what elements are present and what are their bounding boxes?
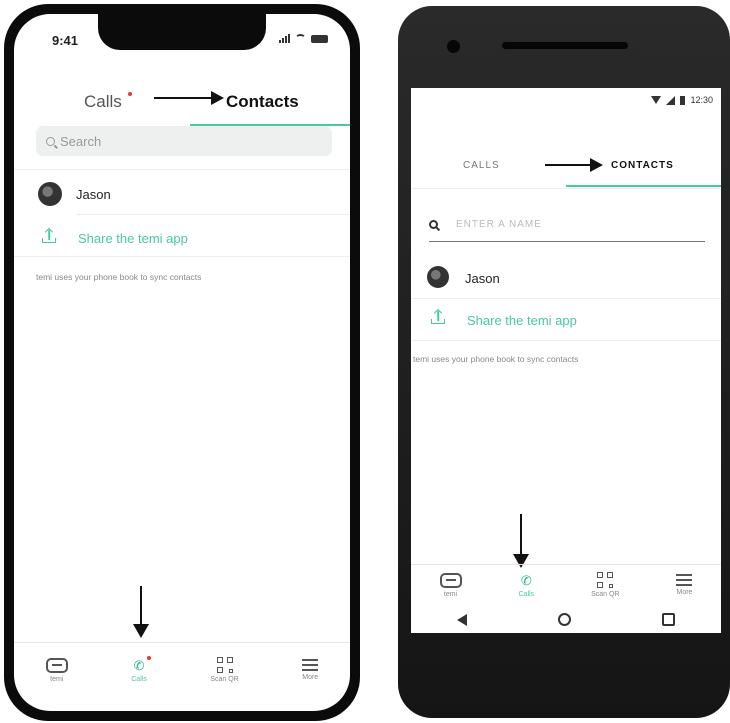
- contact-name[interactable]: Jason: [465, 271, 500, 286]
- divider: [411, 188, 721, 189]
- avatar: [427, 266, 449, 288]
- tab-more[interactable]: More: [302, 659, 319, 681]
- tab-scan-qr[interactable]: Scan QR: [591, 572, 619, 598]
- home-icon[interactable]: [557, 613, 571, 626]
- calls-notification-dot: [146, 655, 151, 660]
- divider: [76, 214, 350, 215]
- sync-hint: temi uses your phone book to sync contac…: [413, 354, 579, 364]
- search-input[interactable]: ENTER A NAME: [429, 208, 705, 242]
- camera: [447, 40, 460, 53]
- qr-icon: [216, 657, 233, 673]
- search-icon: [429, 220, 438, 229]
- temi-icon: [439, 572, 462, 588]
- tab-temi-label: temi: [50, 675, 64, 683]
- signal-icon: [279, 34, 290, 43]
- android-screen: 12:30 CALLS CONTACTS ENTER A NAME Jason …: [411, 88, 721, 633]
- tab-temi-label: temi: [443, 590, 458, 598]
- iphone-screen: 9:41 Calls Contacts Search Jason Share t…: [14, 14, 350, 711]
- divider: [411, 340, 721, 341]
- annotation-arrow-right: [154, 91, 224, 105]
- share-icon: [42, 227, 56, 243]
- signal-icon: [666, 95, 676, 105]
- search-icon: [46, 136, 55, 146]
- phone-icon: ✆: [133, 657, 145, 673]
- android-frame: 12:30 CALLS CONTACTS ENTER A NAME Jason …: [398, 6, 730, 718]
- sync-hint: temi uses your phone book to sync contac…: [36, 272, 202, 282]
- tab-temi[interactable]: temi: [45, 657, 68, 683]
- tab-calls[interactable]: CALLS: [463, 160, 500, 171]
- share-icon: [431, 308, 445, 324]
- divider: [14, 642, 350, 643]
- tab-scan-qr-label: Scan QR: [210, 676, 239, 683]
- tab-calls-bottom[interactable]: ✆ Calls: [131, 655, 151, 683]
- tab-bar-top: CALLS CONTACTS: [411, 148, 721, 188]
- menu-icon: [676, 574, 693, 586]
- tab-bar-top: Calls Contacts: [14, 84, 350, 126]
- divider: [411, 298, 721, 299]
- iphone-frame: 9:41 Calls Contacts Search Jason Share t…: [4, 4, 360, 721]
- status-time: 9:41: [52, 33, 79, 48]
- divider: [14, 169, 350, 170]
- tab-calls[interactable]: Calls: [84, 92, 122, 112]
- status-time: 12:30: [690, 95, 713, 105]
- recent-apps-icon[interactable]: [662, 613, 676, 626]
- menu-icon: [302, 659, 319, 671]
- qr-icon: [597, 572, 614, 588]
- divider: [411, 564, 721, 565]
- share-app-link[interactable]: Share the temi app: [467, 313, 577, 328]
- phone-icon: ✆: [520, 572, 532, 588]
- search-placeholder: Search: [60, 133, 102, 149]
- tab-calls-bottom[interactable]: ✆ Calls: [519, 573, 535, 598]
- active-tab-indicator: [566, 185, 721, 187]
- bottom-tab-bar: temi ✆ Calls Scan QR More: [14, 648, 350, 692]
- annotation-arrow-right: [545, 158, 603, 172]
- tab-more-label: More: [302, 674, 319, 681]
- iphone-notch: [98, 14, 266, 50]
- wifi-icon: [295, 34, 306, 43]
- speaker: [502, 42, 628, 49]
- tab-more[interactable]: More: [676, 574, 693, 596]
- tab-contacts[interactable]: Contacts: [226, 92, 299, 112]
- annotation-arrow-down: [513, 514, 529, 568]
- contact-name[interactable]: Jason: [76, 187, 111, 202]
- tab-contacts[interactable]: CONTACTS: [611, 160, 674, 171]
- battery-icon: [311, 34, 328, 43]
- system-nav-bar: [411, 606, 721, 633]
- wifi-icon: [651, 96, 662, 104]
- status-icons: [279, 34, 328, 43]
- temi-icon: [45, 657, 68, 673]
- search-input[interactable]: Search: [36, 126, 332, 156]
- avatar: [38, 182, 62, 206]
- share-app-link[interactable]: Share the temi app: [78, 231, 188, 246]
- tab-calls-label: Calls: [518, 590, 535, 598]
- back-icon[interactable]: [456, 613, 467, 626]
- calls-notification-dot: [128, 92, 132, 96]
- tab-calls-label: Calls: [131, 675, 147, 683]
- divider: [14, 256, 350, 257]
- annotation-arrow-down: [133, 586, 149, 638]
- tab-scan-qr-label: Scan QR: [591, 591, 620, 598]
- battery-icon: [680, 95, 686, 105]
- tab-more-label: More: [676, 589, 693, 596]
- search-placeholder: ENTER A NAME: [456, 219, 542, 230]
- tab-scan-qr[interactable]: Scan QR: [210, 657, 239, 683]
- bottom-tab-bar: temi ✆ Calls Scan QR More: [411, 566, 721, 604]
- status-bar: 12:30: [411, 88, 721, 112]
- tab-temi[interactable]: temi: [439, 572, 462, 598]
